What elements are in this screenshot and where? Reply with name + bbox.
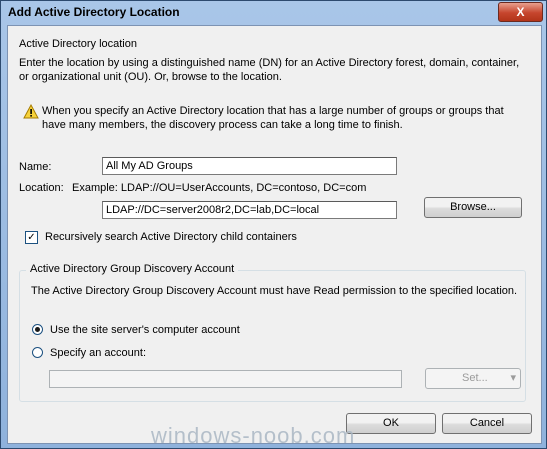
ad-location-description: Enter the location by using a distinguis… [19, 57, 520, 83]
recursive-label: Recursively search Active Directory chil… [45, 231, 297, 243]
location-label: Location: [19, 182, 64, 194]
dialog-title: Add Active Directory Location [8, 5, 180, 19]
ad-location-group-title: Active Directory location [19, 38, 137, 50]
ok-button[interactable]: OK [346, 413, 436, 434]
cancel-button[interactable]: Cancel [442, 413, 532, 434]
location-input[interactable]: LDAP://DC=server2008r2,DC=lab,DC=local [102, 201, 397, 219]
radio-specify-account-label: Specify an account: [50, 347, 147, 359]
location-example: Example: LDAP://OU=UserAccounts, DC=cont… [72, 182, 367, 194]
warning-text: When you specify an Active Directory loc… [42, 105, 504, 131]
watermark-text: windows-noob.com [151, 423, 356, 448]
radio-specify-account[interactable] [32, 347, 43, 358]
discovery-account-description: The Active Directory Group Discovery Acc… [31, 285, 518, 297]
close-button[interactable]: X [498, 2, 543, 22]
radio-selected-dot [35, 327, 40, 332]
radio-site-server-account[interactable] [32, 324, 43, 335]
discovery-account-group-title: Active Directory Group Discovery Account [26, 263, 239, 275]
recursive-checkbox[interactable]: ✓ [25, 231, 38, 244]
name-label: Name: [19, 161, 52, 173]
name-input[interactable]: All My AD Groups [102, 157, 397, 175]
warning-icon [23, 103, 39, 122]
browse-button[interactable]: Browse... [424, 197, 522, 218]
title-bar[interactable]: Add Active Directory Location X [1, 1, 546, 25]
radio-site-server-account-label: Use the site server's computer account [50, 324, 240, 336]
account-input[interactable] [49, 370, 402, 388]
dialog-window: Add Active Directory Location X Active D… [0, 0, 547, 449]
close-icon: X [516, 5, 525, 19]
set-account-label: Set... [462, 372, 488, 384]
chevron-down-icon: ▾ [510, 372, 516, 384]
set-account-button[interactable]: Set... ▾ [425, 368, 521, 389]
dialog-body: Active Directory location Enter the loca… [7, 25, 542, 444]
